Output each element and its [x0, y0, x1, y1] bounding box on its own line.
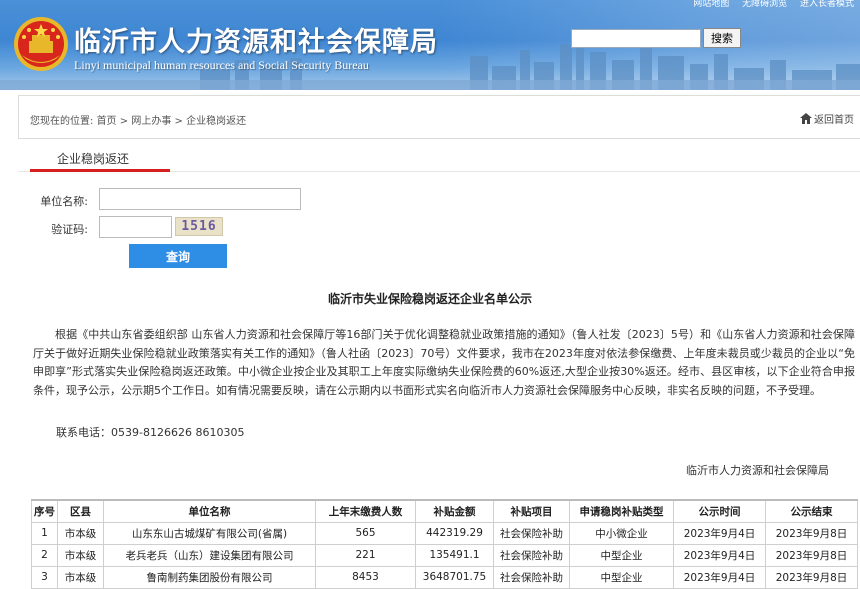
- table-cell: 2023年9月8日: [765, 521, 858, 545]
- breadcrumb-separator: >: [119, 116, 129, 127]
- table-cell: 221: [315, 543, 416, 567]
- table-cell: 3648701.75: [415, 565, 494, 589]
- table-cell: 社会保险补助: [493, 521, 570, 545]
- table-cell: 中小微企业: [569, 521, 674, 545]
- table-cell: 市本级: [57, 543, 104, 567]
- table-cell: 442319.29: [415, 521, 494, 545]
- search-button[interactable]: 搜索: [703, 28, 741, 48]
- column-header: 补贴项目: [493, 499, 570, 523]
- table-cell: 2023年9月4日: [673, 521, 766, 545]
- site-title: 临沂市人力资源和社会保障局: [74, 27, 438, 58]
- top-link-elder-mode[interactable]: 进入长者模式: [800, 0, 854, 9]
- back-home-link[interactable]: 返回首页: [800, 111, 854, 126]
- column-header: 公示时间: [673, 499, 766, 523]
- captcha-image[interactable]: 1516: [175, 217, 223, 236]
- tab-enterprise-job-stabilization[interactable]: 企业稳岗返还: [57, 150, 129, 167]
- column-header: 区县: [57, 499, 104, 523]
- table-cell: 2: [31, 543, 58, 567]
- column-header: 申请稳岗补贴类型: [569, 499, 674, 523]
- table-cell: 2023年9月4日: [673, 565, 766, 589]
- home-icon: [800, 113, 812, 124]
- table-cell: 市本级: [57, 521, 104, 545]
- column-header: 补贴金额: [415, 499, 494, 523]
- column-header: 单位名称: [103, 499, 316, 523]
- table-cell: 1: [31, 521, 58, 545]
- breadcrumb-separator: >: [174, 116, 183, 127]
- unit-name-input[interactable]: [99, 188, 301, 210]
- unit-name-label: 单位名称:: [40, 195, 88, 208]
- column-header: 公示结束: [765, 499, 858, 523]
- table-cell: 市本级: [57, 565, 104, 589]
- table-row: 2 市本级 老兵老兵（山东）建设集团有限公司 221 135491.1 社会保险…: [31, 543, 858, 567]
- tab-active-indicator: [30, 169, 170, 172]
- breadcrumb-item-current[interactable]: 企业稳岗返还: [186, 116, 246, 127]
- top-links: 网站地图 无障碍浏览 进入长者模式: [683, 0, 854, 9]
- table-row: 3 市本级 鲁南制药集团股份有限公司 8453 3648701.75 社会保险补…: [31, 565, 858, 589]
- table-cell: 老兵老兵（山东）建设集团有限公司: [103, 543, 316, 567]
- breadcrumb: 您现在的位置: 首页 > 网上办事 > 企业稳岗返还: [30, 112, 246, 127]
- site-title-english: Linyi municipal human resources and Soci…: [74, 58, 369, 72]
- breadcrumb-prefix: 您现在的位置:: [30, 116, 94, 127]
- table-header-row: 序号 区县 单位名称 上年末缴费人数 补贴金额 补贴项目 申请稳岗补贴类型 公示…: [31, 499, 858, 523]
- column-header: 上年末缴费人数: [315, 499, 416, 523]
- breadcrumb-item-home[interactable]: 首页: [97, 116, 117, 127]
- notice-body: 根据《中共山东省委组织部 山东省人力资源和社会保障厅等16部门关于优化调整稳就业…: [33, 328, 855, 397]
- contact-phone: 联系电话：0539-8126626 8610305: [56, 426, 245, 439]
- table-cell: 鲁南制药集团股份有限公司: [103, 565, 316, 589]
- top-link-sitemap[interactable]: 网站地图: [693, 0, 729, 9]
- breadcrumb-item-online-services[interactable]: 网上办事: [131, 116, 171, 127]
- search-input[interactable]: [571, 29, 701, 48]
- table-cell: 565: [315, 521, 416, 545]
- back-home-label: 返回首页: [814, 115, 854, 126]
- table-cell: 3: [31, 565, 58, 589]
- table-cell: 社会保险补助: [493, 543, 570, 567]
- table-cell: 中型企业: [569, 543, 674, 567]
- table-cell: 2023年9月4日: [673, 543, 766, 567]
- column-header: 序号: [31, 499, 58, 523]
- notice-title: 临沂市失业保险稳岗返还企业名单公示: [327, 292, 532, 306]
- table-cell: 135491.1: [415, 543, 494, 567]
- issuing-organization: 临沂市人力资源和社会保障局: [686, 464, 829, 477]
- table-cell: 8453: [315, 565, 416, 589]
- table-cell: 山东东山古城煤矿有限公司(省属): [103, 521, 316, 545]
- national-emblem-logo: [14, 17, 68, 71]
- table-cell: 中型企业: [569, 565, 674, 589]
- query-button[interactable]: 查询: [129, 244, 227, 268]
- table-cell: 社会保险补助: [493, 565, 570, 589]
- captcha-input[interactable]: [99, 216, 172, 238]
- table-cell: 2023年9月8日: [765, 543, 858, 567]
- table-row: 1 市本级 山东东山古城煤矿有限公司(省属) 565 442319.29 社会保…: [31, 521, 858, 545]
- top-link-accessibility[interactable]: 无障碍浏览: [742, 0, 787, 9]
- table-cell: 2023年9月8日: [765, 565, 858, 589]
- enterprise-list-table: 序号 区县 单位名称 上年末缴费人数 补贴金额 补贴项目 申请稳岗补贴类型 公示…: [31, 499, 858, 589]
- captcha-label: 验证码:: [51, 223, 88, 236]
- breadcrumb-bar: 您现在的位置: 首页 > 网上办事 > 企业稳岗返还 返回首页: [18, 95, 860, 139]
- header-banner: 网站地图 无障碍浏览 进入长者模式 临沂市人力资源和社会保障局 Linyi mu…: [0, 0, 860, 90]
